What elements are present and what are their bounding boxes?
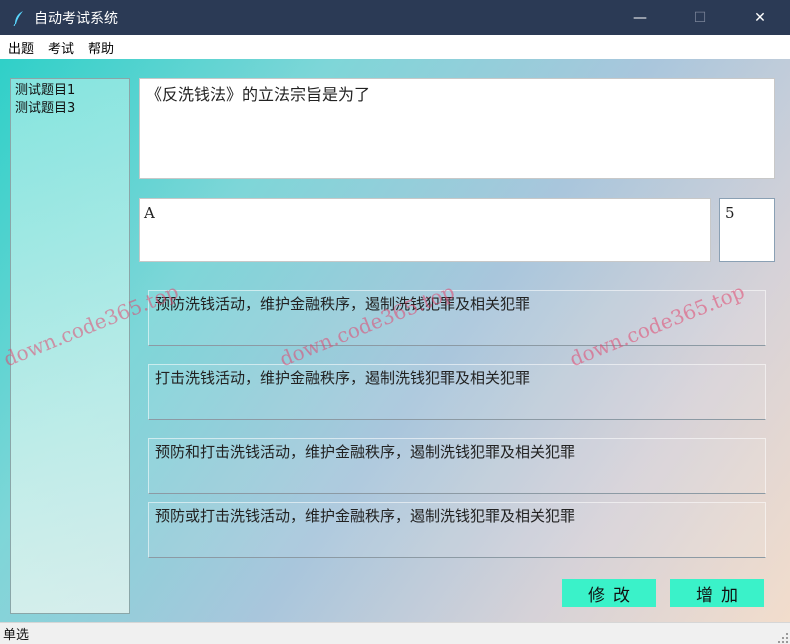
add-button[interactable]: 增加 — [670, 579, 764, 607]
answer-field[interactable]: A — [139, 198, 711, 262]
modify-button[interactable]: 修改 — [562, 579, 656, 607]
feather-icon — [12, 10, 26, 26]
option-c-field[interactable]: 预防和打击洗钱活动，维护金融秩序，遏制洗钱犯罪及相关犯罪 — [148, 438, 766, 494]
status-text: 单选 — [3, 628, 30, 643]
question-list[interactable]: 测试题目1 测试题目3 — [10, 78, 130, 614]
minimize-button[interactable]: — — [610, 0, 670, 35]
title-bar[interactable]: 自动考试系统 — ☐ ✕ — [0, 0, 790, 35]
option-b-field[interactable]: 打击洗钱活动，维护金融秩序，遏制洗钱犯罪及相关犯罪 — [148, 364, 766, 420]
window-title: 自动考试系统 — [34, 10, 118, 27]
maximize-button[interactable]: ☐ — [670, 0, 730, 35]
question-text-field[interactable]: 《反洗钱法》的立法宗旨是为了 — [139, 78, 775, 179]
option-d-field[interactable]: 预防或打击洗钱活动，维护金融秩序，遏制洗钱犯罪及相关犯罪 — [148, 502, 766, 558]
menu-item-exam[interactable]: 考试 — [48, 38, 74, 57]
resize-grip-icon[interactable] — [778, 632, 788, 643]
score-field[interactable]: 5 — [719, 198, 775, 262]
list-item[interactable]: 测试题目3 — [15, 100, 125, 118]
main-content: 测试题目1 测试题目3 《反洗钱法》的立法宗旨是为了 A 5 预防洗钱活动，维护… — [0, 59, 790, 622]
status-bar: 单选 — [0, 622, 790, 644]
menu-bar: 出题 考试 帮助 — [0, 35, 790, 59]
list-item[interactable]: 测试题目1 — [15, 82, 125, 100]
menu-item-help[interactable]: 帮助 — [88, 38, 114, 57]
option-a-field[interactable]: 预防洗钱活动，维护金融秩序，遏制洗钱犯罪及相关犯罪 — [148, 290, 766, 346]
window-controls: — ☐ ✕ — [610, 0, 790, 35]
menu-item-create[interactable]: 出题 — [8, 38, 34, 57]
close-button[interactable]: ✕ — [730, 0, 790, 35]
